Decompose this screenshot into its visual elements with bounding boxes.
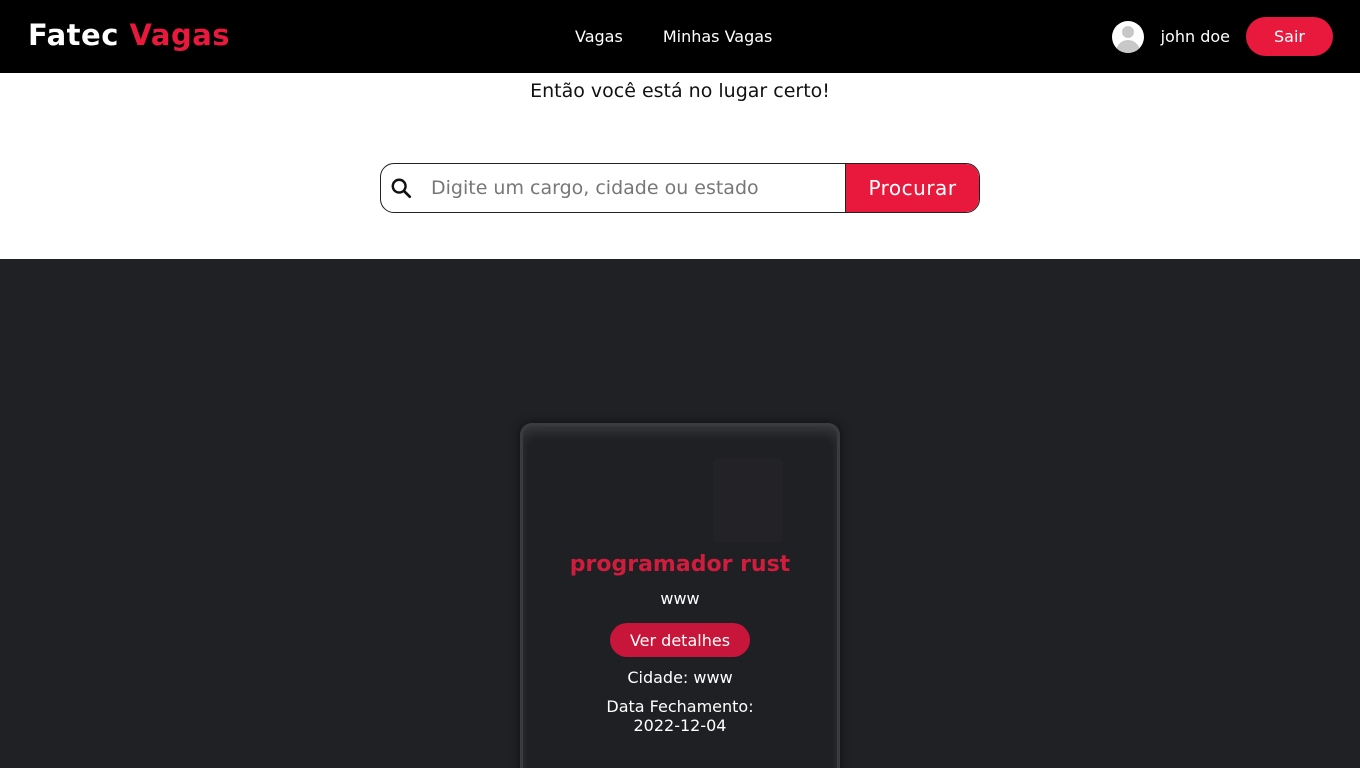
brand-accent: Vagas [129, 18, 231, 52]
job-card: programador rust www Ver detalhes Cidade… [520, 423, 840, 768]
avatar-head [1121, 25, 1134, 38]
company-logo [713, 458, 783, 543]
logout-button[interactable]: Sair [1246, 17, 1333, 56]
nav-links: Vagas Minhas Vagas [575, 27, 772, 46]
nav-link-vagas[interactable]: Vagas [575, 27, 623, 46]
job-city: Cidade: www [627, 668, 733, 687]
job-title: programador rust [569, 552, 791, 577]
job-company: www [660, 589, 700, 608]
view-details-button[interactable]: Ver detalhes [610, 623, 750, 657]
search-button[interactable]: Procurar [846, 164, 979, 212]
avatar[interactable] [1111, 20, 1144, 53]
job-closing-date-label: Data Fechamento: [606, 697, 754, 716]
user-name: john doe [1160, 27, 1230, 46]
search-bar: Procurar [380, 163, 980, 213]
job-closing-date: 2022-12-04 [633, 716, 727, 735]
brand-logo[interactable]: Fatec Vagas [28, 18, 230, 52]
search-input[interactable] [421, 164, 846, 212]
brand-prefix: Fatec [28, 18, 119, 52]
hero-subtitle: Então você está no lugar certo! [530, 80, 830, 102]
top-navbar: Fatec Vagas Vagas Minhas Vagas john doe … [0, 0, 1360, 73]
user-area: john doe Sair [1111, 17, 1333, 56]
avatar-body [1115, 39, 1140, 53]
nav-link-minhas-vagas[interactable]: Minhas Vagas [663, 27, 773, 46]
search-icon [381, 164, 421, 212]
